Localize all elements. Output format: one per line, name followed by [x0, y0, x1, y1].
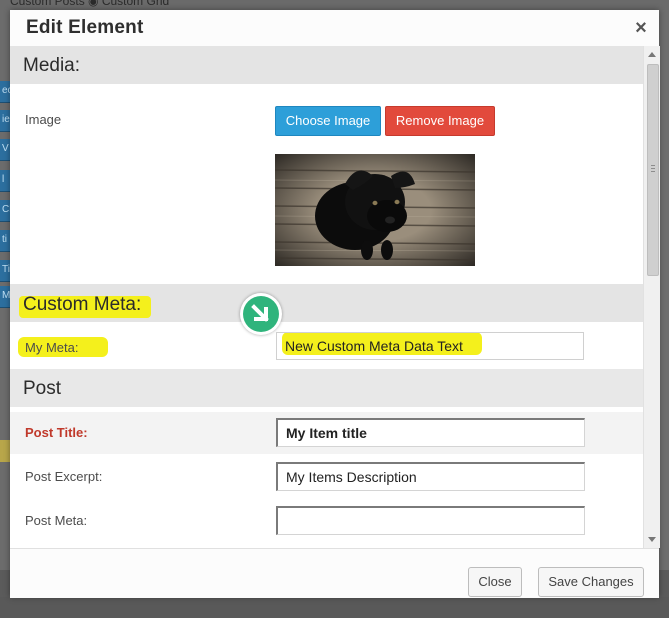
media-section-header: Media:	[10, 46, 643, 84]
custom-meta-heading: Custom Meta:	[23, 294, 142, 315]
background-left-strip: ec ie V l Cl ti Ti M	[0, 10, 13, 570]
dialog-title: Edit Element	[26, 17, 144, 38]
post-title-input[interactable]: My Item title	[276, 418, 585, 447]
my-meta-value[interactable]: New Custom Meta Data Text	[276, 332, 584, 360]
background-tab: ie	[0, 110, 10, 132]
background-highlight	[0, 440, 10, 462]
close-button[interactable]: Close	[468, 567, 522, 597]
scroll-grip-line	[651, 171, 655, 172]
post-excerpt-input[interactable]: My Items Description	[276, 462, 585, 491]
scroll-grip-line	[651, 168, 655, 169]
image-label: Image	[25, 112, 62, 127]
post-meta-input[interactable]	[276, 506, 585, 535]
media-heading: Media:	[23, 55, 81, 76]
background-tab: Ti	[0, 260, 10, 282]
post-section-header: Post	[10, 369, 643, 407]
dog-photo-thumbnail	[275, 154, 475, 266]
post-heading: Post	[23, 378, 62, 399]
remove-image-button[interactable]: Remove Image	[385, 106, 495, 136]
background-text: Custom Posts ◉ Custom Grid	[10, 0, 170, 8]
edit-element-dialog: Edit Element × Media: Image Choose Image…	[10, 10, 660, 598]
custom-meta-heading-row: Custom Meta:	[10, 284, 643, 322]
background-bottom-strip	[0, 597, 669, 618]
scroll-grip-line	[651, 165, 655, 166]
background-tab: V	[0, 139, 10, 161]
arrow-down-right-icon	[240, 293, 282, 335]
dialog-header: Edit Element ×	[10, 10, 659, 46]
post-excerpt-label: Post Excerpt:	[25, 469, 103, 484]
post-meta-label: Post Meta:	[25, 513, 88, 528]
image-preview	[275, 154, 475, 266]
background-tab: ec	[0, 81, 13, 103]
scroll-thumb[interactable]	[647, 64, 659, 276]
background-right-strip	[659, 10, 669, 570]
dialog-footer: Close Save Changes	[10, 548, 659, 598]
scroll-up-arrow-icon[interactable]	[648, 52, 656, 57]
background-tab: M	[0, 286, 10, 308]
save-changes-button[interactable]: Save Changes	[538, 567, 644, 597]
dialog-body[interactable]: Media: Image Choose Image Remove Image C…	[10, 46, 643, 548]
dialog-scrollbar[interactable]	[643, 46, 660, 548]
background-page-top: Custom Posts ◉ Custom Grid	[0, 0, 669, 10]
post-title-label: Post Title:	[25, 425, 88, 440]
scroll-down-arrow-icon[interactable]	[648, 537, 656, 542]
background-tab: l	[0, 170, 10, 192]
choose-image-button[interactable]: Choose Image	[275, 106, 381, 136]
background-tab: ti	[0, 230, 10, 252]
close-icon[interactable]: ×	[631, 18, 651, 38]
background-tab: Cl	[0, 200, 11, 222]
my-meta-label: My Meta:	[25, 340, 79, 355]
